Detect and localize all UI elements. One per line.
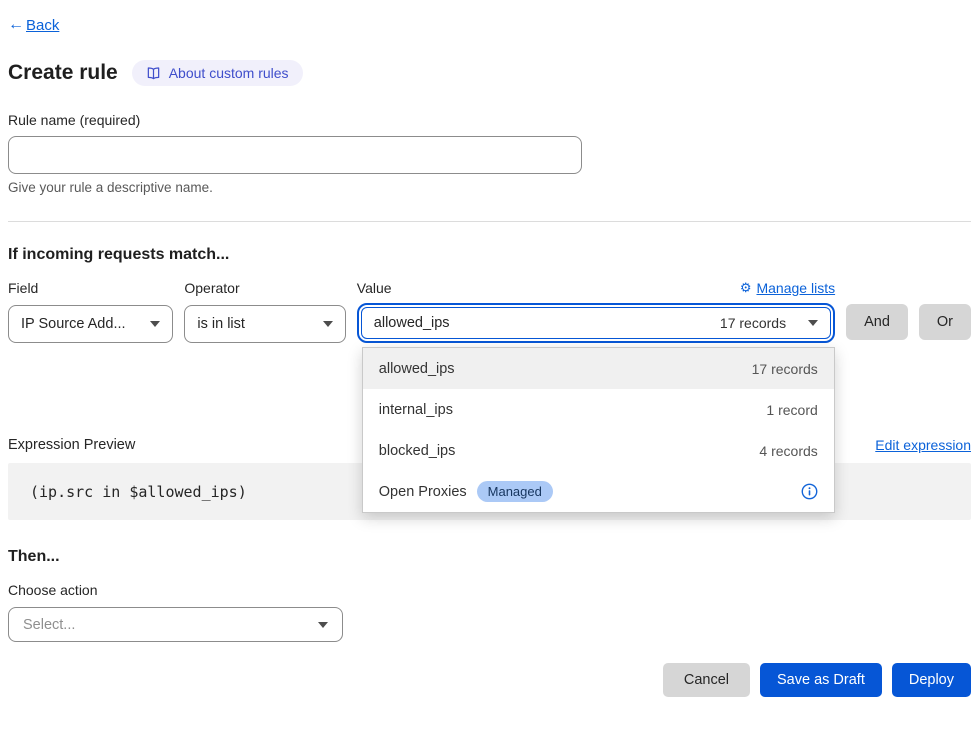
create-rule-page: ←Back Create rule About custom rules Rul… [0,0,979,697]
match-section-heading: If incoming requests match... [8,246,971,264]
back-link[interactable]: ←Back [8,16,59,34]
operator-select-value: is in list [197,316,245,332]
rule-name-input[interactable] [8,136,582,174]
back-arrow-icon: ← [8,16,24,34]
chevron-down-icon [150,321,160,327]
field-column: Field IP Source Add... [8,280,173,343]
list-item-name: allowed_ips [379,361,455,377]
and-button[interactable]: And [846,304,908,340]
match-controls-row: Field IP Source Add... Operator is in li… [8,280,971,343]
gear-icon: ⚙ [740,280,752,296]
then-section-heading: Then... [8,548,971,566]
rule-name-helper: Give your rule a descriptive name. [8,180,971,195]
chevron-down-icon [808,320,818,326]
manage-lists-link[interactable]: ⚙ Manage lists [740,280,835,296]
value-select[interactable]: allowed_ips 17 records [361,307,831,339]
list-item-records: 1 record [766,402,817,418]
section-divider [8,221,971,222]
title-row: Create rule About custom rules [8,60,971,86]
cancel-button[interactable]: Cancel [663,663,750,697]
or-button[interactable]: Or [919,304,971,340]
back-label: Back [26,17,59,34]
value-column: Value ⚙ Manage lists allowed_ips 17 reco… [357,280,835,343]
value-select-name: allowed_ips [374,315,450,331]
field-label: Field [8,280,173,296]
edit-expression-link[interactable]: Edit expression [875,437,971,453]
value-select-right: 17 records [720,315,818,331]
dropdown-item-internal-ips[interactable]: internal_ips 1 record [363,389,834,430]
deploy-button[interactable]: Deploy [892,663,971,697]
list-item-name: blocked_ips [379,443,456,459]
operator-column: Operator is in list [184,280,345,343]
field-select[interactable]: IP Source Add... [8,305,173,343]
value-select-focus-ring: allowed_ips 17 records allowed_ips 17 re… [357,303,835,343]
rule-name-section: Rule name (required) Give your rule a de… [8,112,971,195]
action-select-placeholder: Select... [23,617,75,633]
value-label: Value [357,280,392,296]
expression-code: (ip.src in $allowed_ips) [30,483,247,501]
action-select[interactable]: Select... [8,607,343,642]
operator-label: Operator [184,280,345,296]
choose-action-label: Choose action [8,582,971,598]
list-item-records: 4 records [759,443,817,459]
value-dropdown-menu: allowed_ips 17 records internal_ips 1 re… [362,347,835,513]
dropdown-item-allowed-ips[interactable]: allowed_ips 17 records [363,348,834,389]
list-item-name: internal_ips [379,402,453,418]
expression-preview-label: Expression Preview [8,437,135,453]
about-badge-label: About custom rules [169,65,289,81]
value-label-row: Value ⚙ Manage lists [357,280,835,296]
dropdown-item-blocked-ips[interactable]: blocked_ips 4 records [363,430,834,471]
chevron-down-icon [323,321,333,327]
operator-select[interactable]: is in list [184,305,345,343]
list-item-left: Open Proxies Managed [379,481,553,502]
field-select-value: IP Source Add... [21,316,126,332]
chevron-down-icon [318,622,328,628]
managed-badge: Managed [477,481,553,502]
save-as-draft-button[interactable]: Save as Draft [760,663,882,697]
page-title: Create rule [8,61,118,85]
book-icon [146,66,161,81]
list-item-name: Open Proxies [379,484,467,500]
rule-name-label: Rule name (required) [8,112,971,128]
list-item-records: 17 records [752,361,818,377]
info-icon[interactable] [801,483,818,500]
value-select-records: 17 records [720,315,786,331]
manage-lists-label: Manage lists [756,280,835,296]
footer-actions: Cancel Save as Draft Deploy [8,663,971,697]
dropdown-item-open-proxies[interactable]: Open Proxies Managed [363,471,834,512]
about-custom-rules-badge[interactable]: About custom rules [132,60,303,86]
